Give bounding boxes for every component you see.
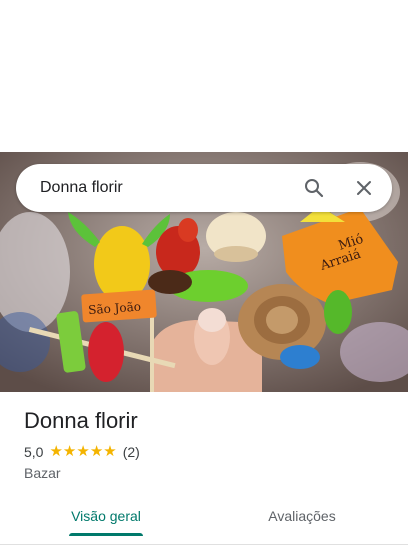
rating-row[interactable]: 5,0 ★ ★ ★ ★ ★ (2)	[24, 444, 140, 461]
star-icon: ★	[89, 443, 104, 460]
place-category: Bazar	[24, 465, 61, 481]
search-icon[interactable]	[302, 176, 326, 200]
review-count[interactable]: (2)	[123, 444, 140, 460]
place-title: Donna florir	[24, 408, 138, 433]
star-icon: ★	[76, 443, 90, 460]
star-rating: ★ ★ ★ ★ ★	[49, 444, 116, 460]
rating-value: 5,0	[24, 444, 44, 460]
search-bar[interactable]: Donna florir	[16, 164, 392, 212]
star-icon: ★	[62, 443, 77, 460]
tab-reviews[interactable]: Avaliações	[250, 496, 354, 536]
place-tabs: Visão geral Avaliações	[0, 496, 408, 545]
close-icon[interactable]	[352, 176, 376, 200]
tab-overview[interactable]: Visão geral	[54, 496, 158, 536]
tab-selected-indicator	[69, 533, 143, 536]
map-area-blank	[0, 0, 408, 152]
star-icon: ★	[49, 443, 63, 460]
search-input[interactable]: Donna florir	[40, 179, 302, 197]
star-icon: ★	[103, 443, 117, 460]
